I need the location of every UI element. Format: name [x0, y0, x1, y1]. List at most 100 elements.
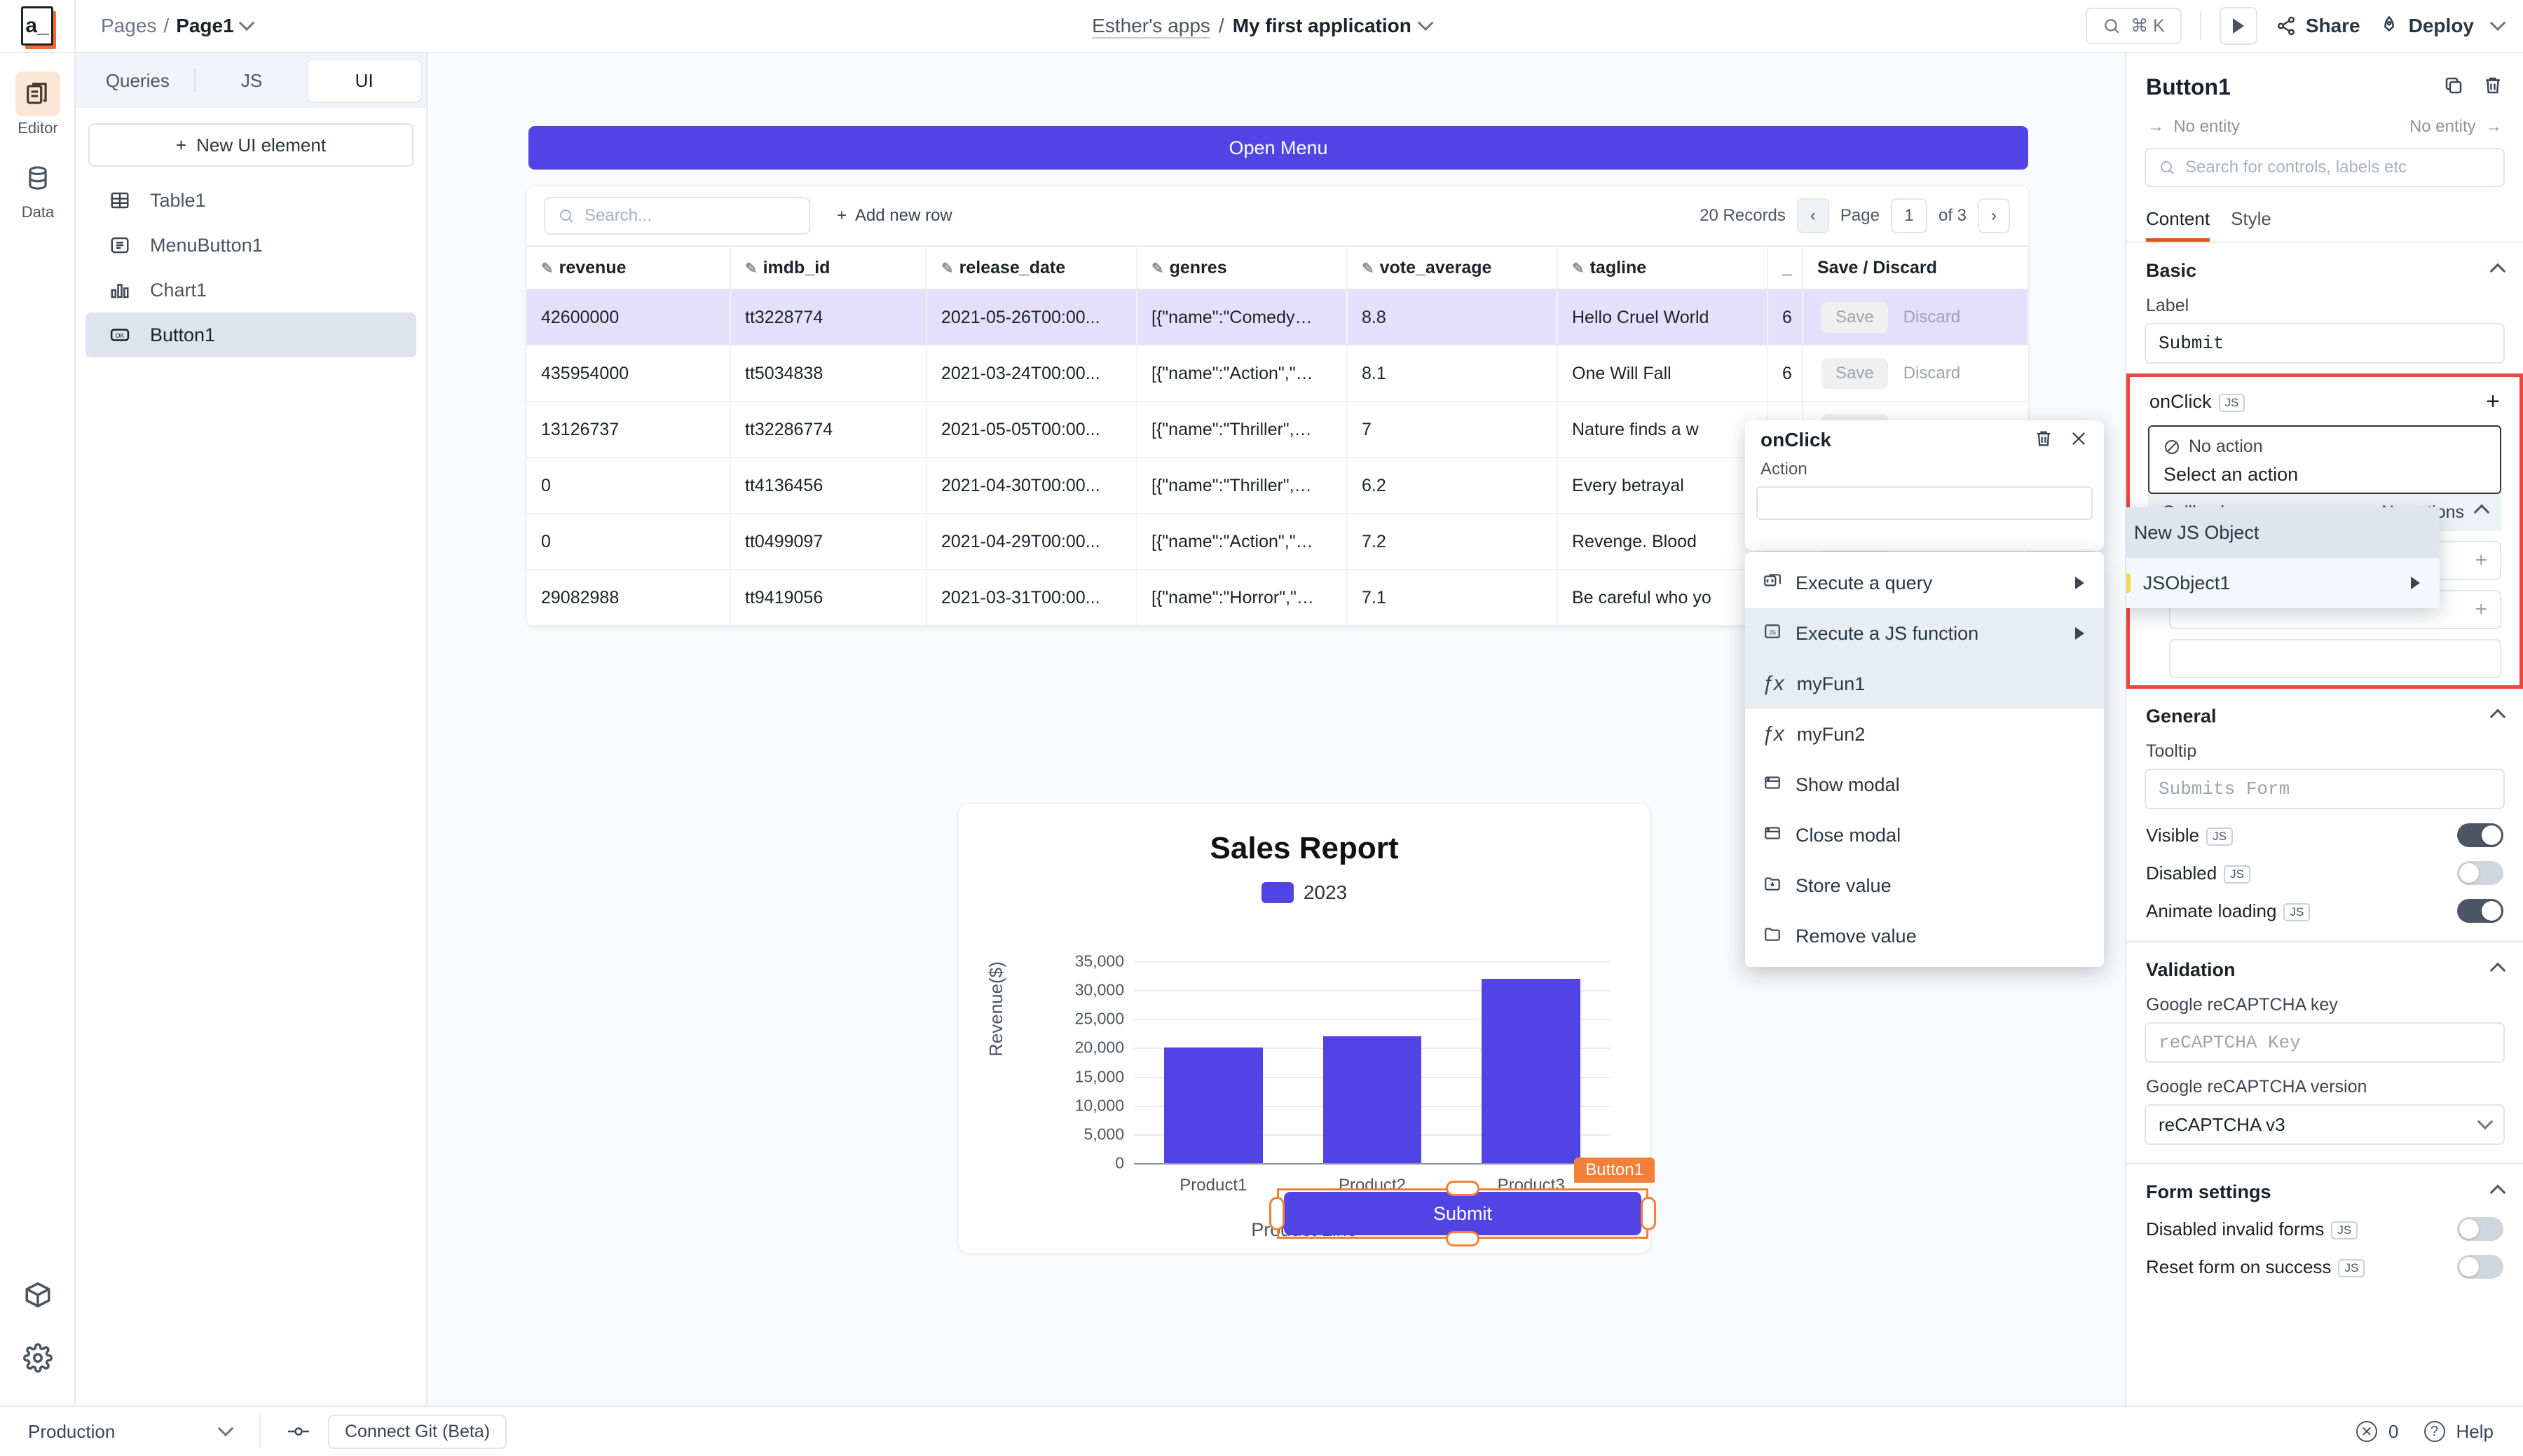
ui-list-item-button1[interactable]: OK Button1	[86, 313, 416, 357]
application-name[interactable]: My first application	[1233, 15, 1411, 37]
reset-form-on-success-toggle[interactable]	[2457, 1255, 2503, 1279]
tab-queries[interactable]: Queries	[81, 60, 194, 102]
cell-extra[interactable]: 6	[1768, 345, 1803, 401]
property-search-input[interactable]: Search for controls, labels etc	[2145, 148, 2505, 187]
row-save-button[interactable]: Save	[1821, 302, 1888, 333]
cell-vote-average[interactable]: 8.8	[1347, 289, 1557, 345]
recaptcha-version-select[interactable]: reCAPTCHA v3	[2145, 1104, 2505, 1145]
column-header-vote-average[interactable]: ✎vote_average	[1347, 246, 1557, 289]
resize-handle-bottom[interactable]	[1446, 1231, 1479, 1246]
cell-genres[interactable]: [{"name":"Horror","…	[1137, 570, 1347, 626]
rail-item-settings[interactable]	[0, 1335, 76, 1380]
tab-content[interactable]: Content	[2146, 208, 2210, 242]
add-onclick-action-button[interactable]: +	[2486, 388, 2500, 415]
cell-imdb-id[interactable]: tt5034838	[730, 345, 927, 401]
cell-tagline[interactable]: One Will Fall	[1557, 345, 1768, 401]
callback-extra-field[interactable]	[2169, 639, 2501, 678]
visible-toggle[interactable]	[2457, 823, 2503, 847]
environment-select[interactable]: Production	[0, 1421, 259, 1443]
column-header-partial[interactable]: _	[1768, 246, 1803, 289]
global-search-button[interactable]: ⌘ K	[2086, 8, 2182, 44]
next-page-button[interactable]: ›	[1978, 198, 2010, 233]
tooltip-field-input[interactable]: Submits Form	[2145, 769, 2505, 809]
column-header-revenue[interactable]: ✎revenue	[527, 246, 730, 289]
chevron-down-icon[interactable]	[2490, 15, 2506, 31]
js-badge[interactable]: JS	[2206, 827, 2233, 846]
duplicate-button[interactable]	[2443, 75, 2464, 99]
cell-tagline[interactable]: Be careful who yo	[1557, 570, 1768, 626]
rail-item-libraries[interactable]	[0, 1272, 76, 1317]
cell-vote-average[interactable]: 6.2	[1347, 458, 1557, 514]
cell-genres[interactable]: [{"name":"Comedy…	[1137, 289, 1347, 345]
resize-handle-top[interactable]	[1446, 1181, 1479, 1196]
js-object-item-jsobject1[interactable]: JS JSObject1	[2125, 558, 2440, 608]
ui-list-item-table1[interactable]: Table1	[86, 178, 416, 223]
cell-tagline[interactable]: Every betrayal	[1557, 458, 1768, 514]
rail-item-data[interactable]: Data	[0, 156, 76, 221]
open-menu-button[interactable]: Open Menu	[528, 126, 2028, 170]
chevron-down-icon[interactable]	[1418, 15, 1434, 31]
action-select-input[interactable]	[1756, 486, 2093, 520]
new-ui-element-button[interactable]: + New UI element	[88, 123, 413, 167]
cell-revenue[interactable]: 13126737	[527, 401, 730, 458]
cell-vote-average[interactable]: 8.1	[1347, 345, 1557, 401]
cell-release-date[interactable]: 2021-05-05T00:00...	[927, 401, 1137, 458]
tab-ui[interactable]: UI	[308, 60, 420, 102]
delete-widget-button[interactable]	[2482, 75, 2503, 99]
action-menu-item-remove-value[interactable]: Remove value	[1745, 911, 2104, 961]
action-menu-item-show-modal[interactable]: Show modal	[1745, 760, 2104, 810]
cell-tagline[interactable]: Nature finds a w	[1557, 401, 1768, 458]
table-search-input[interactable]: Search...	[544, 197, 810, 235]
section-basic-header[interactable]: Basic	[2126, 243, 2523, 282]
ui-list-item-menubutton1[interactable]: MenuButton1	[86, 223, 416, 268]
workspace-link[interactable]: Esther's apps	[1092, 15, 1210, 37]
close-button[interactable]	[2069, 429, 2088, 452]
chevron-down-icon[interactable]	[238, 15, 254, 31]
help-button[interactable]: ? Help	[2424, 1421, 2494, 1443]
cell-release-date[interactable]: 2021-04-30T00:00...	[927, 458, 1137, 514]
next-entity-button[interactable]: No entity →	[2409, 117, 2502, 137]
plus-icon[interactable]: +	[2475, 549, 2487, 572]
breadcrumb-current-page[interactable]: Page1	[176, 15, 234, 37]
cell-tagline[interactable]: Hello Cruel World	[1557, 289, 1768, 345]
disabled-invalid-forms-toggle[interactable]	[2457, 1217, 2503, 1241]
cell-imdb-id[interactable]: tt0499097	[730, 514, 927, 570]
cell-revenue[interactable]: 0	[527, 514, 730, 570]
js-badge[interactable]: JS	[2331, 1221, 2358, 1239]
cell-revenue[interactable]: 0	[527, 458, 730, 514]
error-count-indicator[interactable]: ✕ 0	[2356, 1421, 2398, 1443]
connect-git-button[interactable]: Connect Git (Beta)	[328, 1415, 507, 1449]
cell-tagline[interactable]: Revenge. Blood	[1557, 514, 1768, 570]
share-button[interactable]: Share	[2276, 15, 2360, 37]
cell-revenue[interactable]: 29082988	[527, 570, 730, 626]
cell-revenue[interactable]: 42600000	[527, 289, 730, 345]
prev-page-button[interactable]: ‹	[1797, 198, 1829, 233]
resize-handle-right[interactable]	[1641, 1197, 1656, 1230]
js-badge[interactable]: JS	[2219, 394, 2245, 412]
tab-style[interactable]: Style	[2231, 208, 2271, 242]
tab-js[interactable]: JS	[196, 60, 308, 102]
app-logo[interactable]: a_	[0, 0, 76, 53]
prev-entity-button[interactable]: → No entity	[2147, 117, 2240, 137]
disabled-toggle[interactable]	[2457, 861, 2503, 885]
column-header-imdb-id[interactable]: ✎imdb_id	[730, 246, 927, 289]
row-discard-button[interactable]: Discard	[1894, 302, 1970, 333]
cell-imdb-id[interactable]: tt32286774	[730, 401, 927, 458]
row-save-button[interactable]: Save	[1821, 358, 1888, 389]
rail-item-editor[interactable]: Editor	[0, 71, 76, 137]
cell-release-date[interactable]: 2021-03-24T00:00...	[927, 345, 1137, 401]
select-an-action-button[interactable]: Select an action	[2149, 464, 2500, 486]
cell-imdb-id[interactable]: tt9419056	[730, 570, 927, 626]
cell-vote-average[interactable]: 7	[1347, 401, 1557, 458]
action-menu-item-store-value[interactable]: Store value	[1745, 860, 2104, 911]
section-validation-header[interactable]: Validation	[2126, 942, 2523, 981]
recaptcha-key-input[interactable]: reCAPTCHA Key	[2145, 1022, 2505, 1063]
js-badge[interactable]: JS	[2338, 1259, 2365, 1277]
deploy-button[interactable]: Deploy	[2379, 15, 2474, 37]
section-form-settings-header[interactable]: Form settings	[2126, 1165, 2523, 1203]
cell-genres[interactable]: [{"name":"Action","…	[1137, 514, 1347, 570]
breadcrumb-pages[interactable]: Pages / Page1	[101, 15, 252, 37]
action-menu-item-execute-a-query[interactable]: Execute a query	[1745, 558, 2104, 608]
cell-revenue[interactable]: 435954000	[527, 345, 730, 401]
js-badge[interactable]: JS	[2283, 903, 2310, 921]
